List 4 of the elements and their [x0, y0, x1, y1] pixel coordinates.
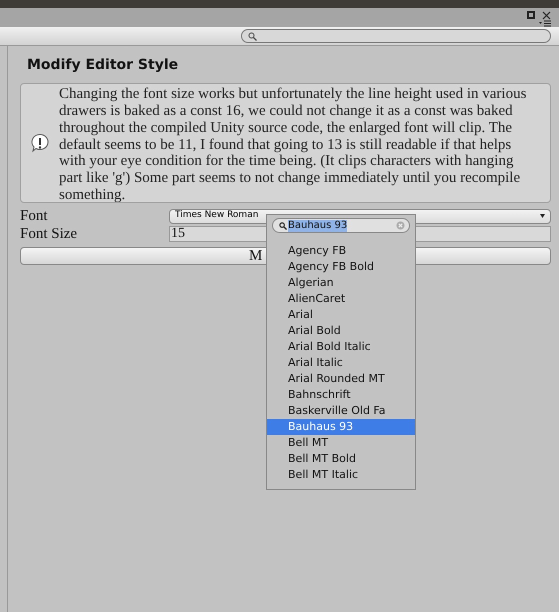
- field-label: Font: [20, 206, 49, 226]
- field-label: Font Size: [20, 224, 78, 244]
- search-value: Bauhaus 93: [288, 220, 348, 232]
- window-title: Modify Editor Style: [27, 56, 180, 75]
